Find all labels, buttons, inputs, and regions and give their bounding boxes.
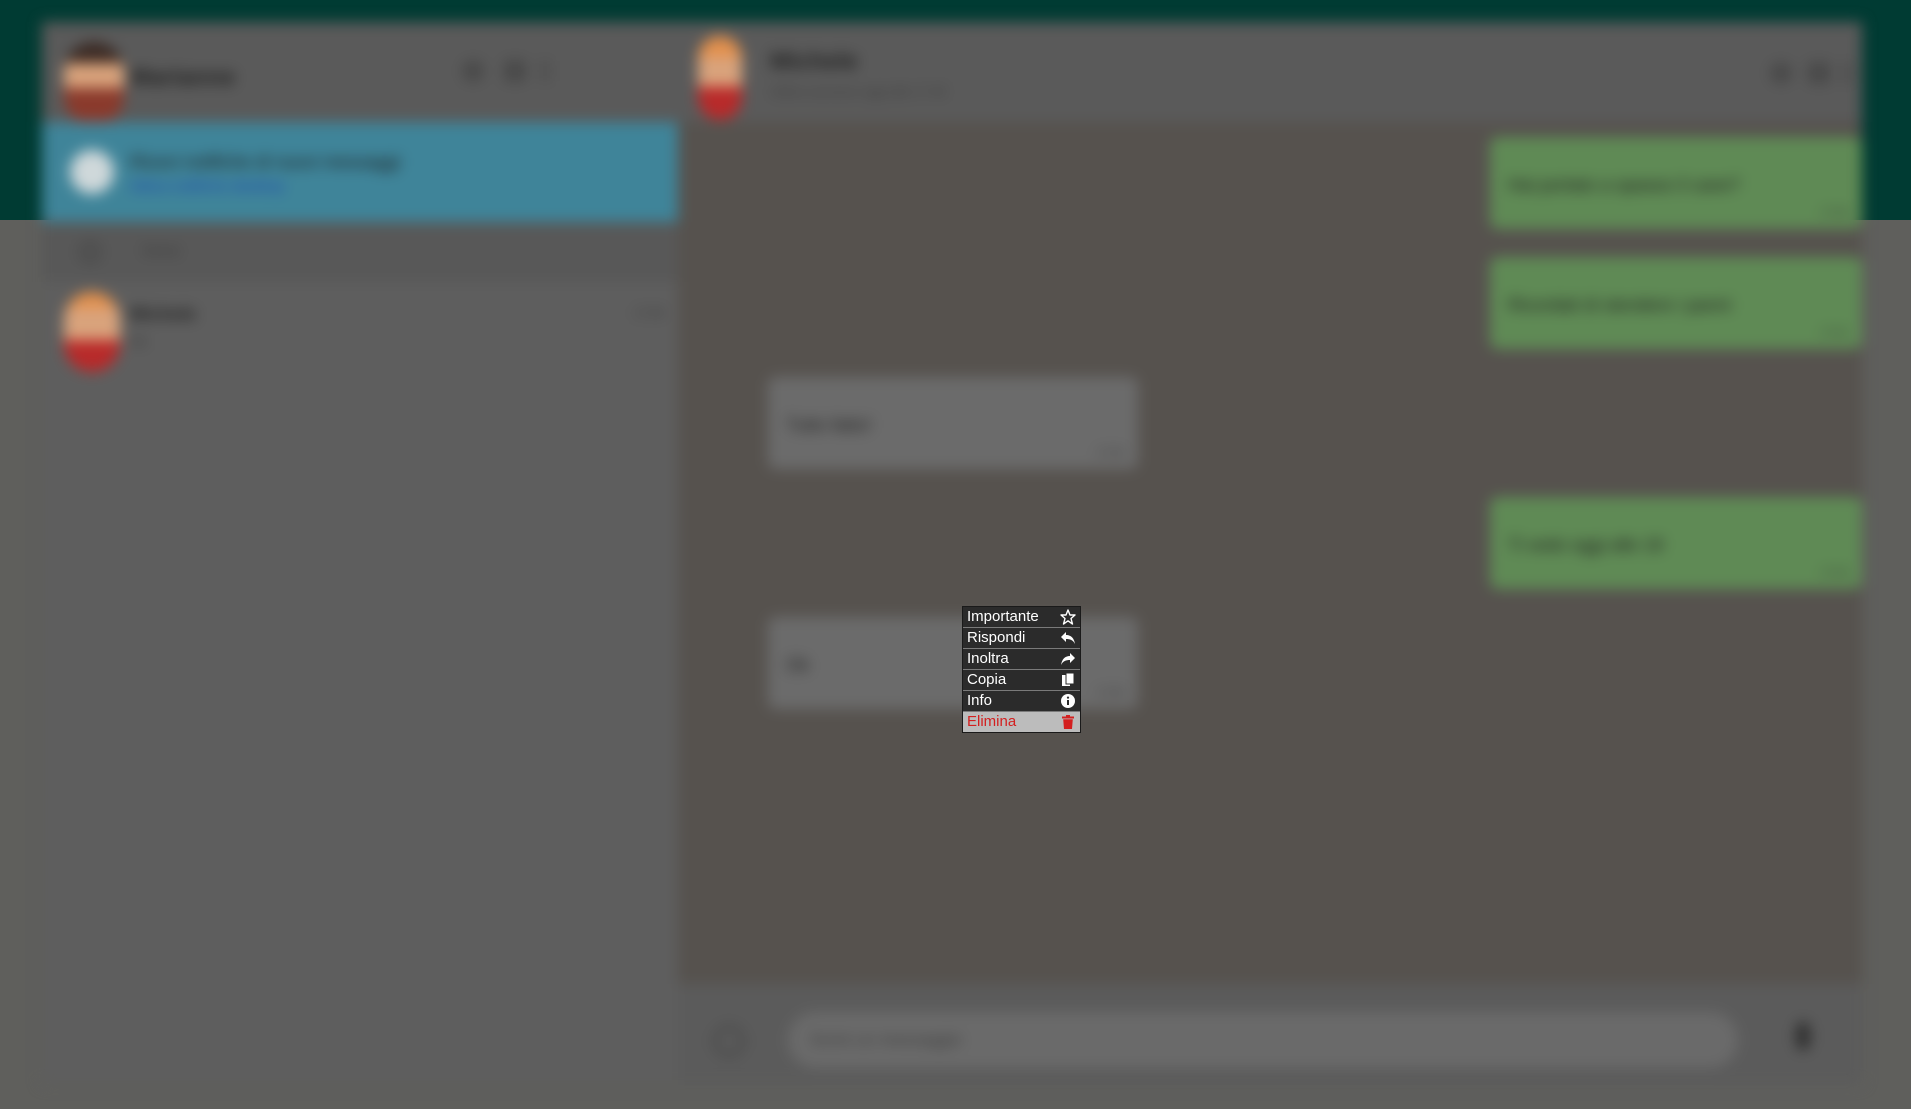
message-time: 17:43 xyxy=(1096,447,1124,459)
chat-list-name: Michele xyxy=(130,304,197,324)
user-name: Marianne xyxy=(130,64,236,91)
message-context-menu: Importante Rispondi Inoltra Copia Info E… xyxy=(962,606,1081,733)
menu-item-label: Copia xyxy=(967,671,1007,688)
status-icon[interactable] xyxy=(462,60,484,82)
chat-list-item[interactable]: Michele Ok 17:45 xyxy=(42,284,678,374)
message-bubble-sent[interactable]: Ti vedo oggi alle 18 17:44 xyxy=(1490,497,1862,589)
chat-contact-name: Michele xyxy=(770,48,859,75)
search-icon xyxy=(80,242,100,262)
app-window: Marianne Ricevi notifiche di nuovi messa… xyxy=(42,22,1862,1084)
message-time: 17:45 xyxy=(1096,687,1124,699)
notification-title: Ricevi notifiche di nuovi messaggi xyxy=(130,152,401,172)
chat-search-icon[interactable] xyxy=(1770,62,1792,84)
attach-icon[interactable] xyxy=(1808,62,1830,84)
message-bubble-received[interactable]: Tutto fatto! 17:43 xyxy=(768,377,1138,469)
contact-avatar xyxy=(64,292,120,372)
chat-last-seen: Ultimo accesso oggi alle 17:45 xyxy=(770,84,947,99)
menu-item-label: Importante xyxy=(967,608,1039,625)
sidebar: Marianne Ricevi notifiche di nuovi messa… xyxy=(42,22,678,1084)
message-input[interactable]: Scrivi un messaggio xyxy=(788,1012,1738,1068)
message-time: 17:44 xyxy=(1820,567,1848,579)
message-time: 17:40 xyxy=(1820,207,1848,219)
message-text: Tutto fatto! xyxy=(786,415,872,435)
chat-list-preview: Ok xyxy=(130,334,147,349)
menu-item-importante[interactable]: Importante xyxy=(963,607,1080,628)
copy-icon xyxy=(1062,672,1075,686)
star-icon xyxy=(1060,609,1076,625)
message-text: Hai portato a spasso il cane? xyxy=(1508,175,1741,195)
message-bubble-sent[interactable]: Hai portato a spasso il cane? 17:40 xyxy=(1490,137,1862,229)
notification-banner[interactable]: Ricevi notifiche di nuovi messaggi Attiv… xyxy=(42,122,678,222)
emoji-icon[interactable] xyxy=(714,1026,744,1056)
chat-header: Michele Ultimo accesso oggi alle 17:45 xyxy=(678,22,1862,122)
search-input[interactable]: Cerca xyxy=(142,242,179,258)
composer: Scrivi un messaggio xyxy=(678,984,1862,1084)
new-chat-icon[interactable] xyxy=(504,60,526,82)
message-time: 17:41 xyxy=(1820,327,1848,339)
sidebar-header: Marianne xyxy=(42,22,678,126)
search-bar: Cerca xyxy=(42,222,678,282)
menu-item-label: Info xyxy=(967,692,993,709)
microphone-icon[interactable] xyxy=(1796,1022,1810,1050)
trash-icon xyxy=(1062,715,1074,729)
info-icon xyxy=(1061,694,1075,708)
menu-item-label: Rispondi xyxy=(967,629,1026,646)
user-avatar[interactable] xyxy=(64,42,124,126)
menu-item-rispondi[interactable]: Rispondi xyxy=(963,628,1080,649)
reply-icon xyxy=(1061,632,1075,644)
menu-item-info[interactable]: Info xyxy=(963,691,1080,712)
message-input-placeholder: Scrivi un messaggio xyxy=(810,1030,963,1049)
menu-icon[interactable] xyxy=(542,60,548,82)
chat-menu-icon[interactable] xyxy=(1844,62,1850,84)
menu-item-copia[interactable]: Copia xyxy=(963,670,1080,691)
message-bubble-sent[interactable]: Ricordati di stendere i panni 17:41 xyxy=(1490,257,1862,349)
message-text: Ricordati di stendere i panni xyxy=(1508,295,1732,315)
forward-icon xyxy=(1061,653,1075,665)
message-text: Ti vedo oggi alle 18 xyxy=(1508,535,1664,555)
menu-item-label: Elimina xyxy=(967,713,1017,730)
menu-item-label: Inoltra xyxy=(967,650,1009,667)
menu-item-elimina[interactable]: Elimina xyxy=(963,712,1080,732)
message-text: Ok xyxy=(786,655,810,675)
notification-bell-icon xyxy=(70,150,114,194)
notification-link[interactable]: Attiva notifiche desktop xyxy=(130,178,284,195)
chat-panel: Michele Ultimo accesso oggi alle 17:45 H… xyxy=(678,22,1862,1084)
chat-contact-avatar[interactable] xyxy=(698,36,742,120)
message-bubble-received[interactable]: Ok 17:45 xyxy=(768,617,1138,709)
chat-list-time: 17:45 xyxy=(633,306,664,320)
menu-item-inoltra[interactable]: Inoltra xyxy=(963,649,1080,670)
